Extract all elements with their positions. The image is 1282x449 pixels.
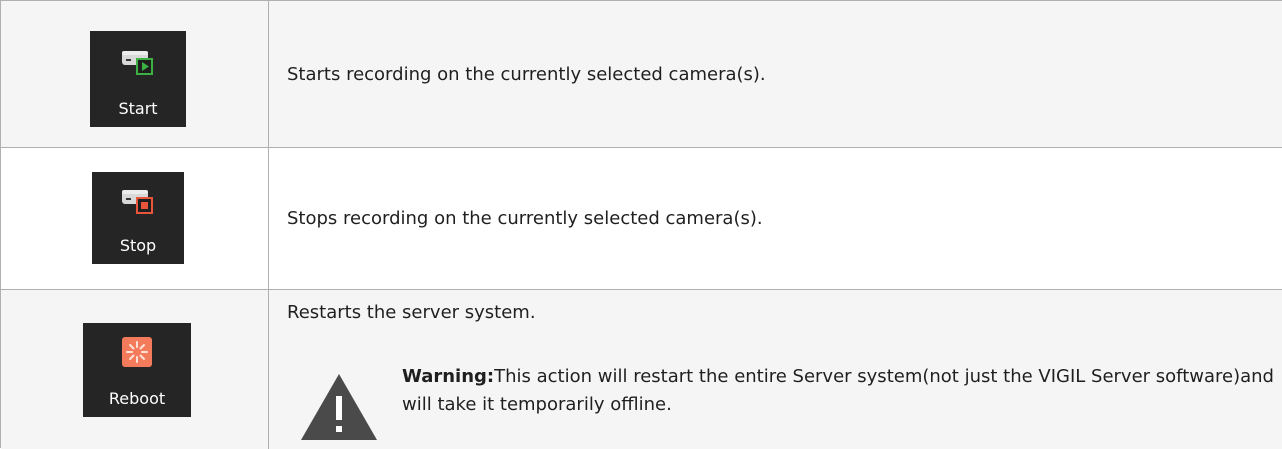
stop-button-label: Stop	[119, 236, 157, 255]
warning-label: Warning:	[402, 366, 495, 387]
table-row-start: Start Starts recording on the currently …	[1, 1, 1282, 148]
warning-message: This action will restart the entire Serv…	[402, 366, 1274, 415]
description-cell: Stops recording on the currently selecte…	[269, 148, 1282, 289]
reboot-button-label: Reboot	[108, 389, 166, 408]
server-stop-icon	[122, 190, 153, 214]
warning-text: Warning:This action will restart the ent…	[402, 363, 1282, 419]
description-cell: Starts recording on the currently select…	[269, 1, 1282, 147]
start-description: Starts recording on the currently select…	[287, 64, 766, 85]
table-row-reboot: Reboot Restarts the server system. Warni…	[1, 290, 1282, 449]
reboot-icon	[122, 337, 152, 367]
icon-cell: Reboot	[1, 290, 269, 449]
toolbar-actions-table: Start Starts recording on the currently …	[0, 0, 1282, 449]
warning-icon	[301, 374, 377, 440]
server-start-icon	[122, 51, 153, 75]
start-button-label: Start	[118, 99, 158, 118]
icon-cell: Stop	[1, 148, 269, 289]
reboot-description: Restarts the server system.	[287, 302, 536, 323]
stop-description: Stops recording on the currently selecte…	[287, 208, 763, 229]
reboot-button[interactable]: Reboot	[83, 323, 191, 417]
description-cell: Restarts the server system. Warning:This…	[269, 290, 1282, 449]
stop-button[interactable]: Stop	[92, 172, 184, 264]
icon-cell: Start	[1, 1, 269, 147]
table-row-stop: Stop Stops recording on the currently se…	[1, 148, 1282, 290]
start-button[interactable]: Start	[90, 31, 186, 127]
